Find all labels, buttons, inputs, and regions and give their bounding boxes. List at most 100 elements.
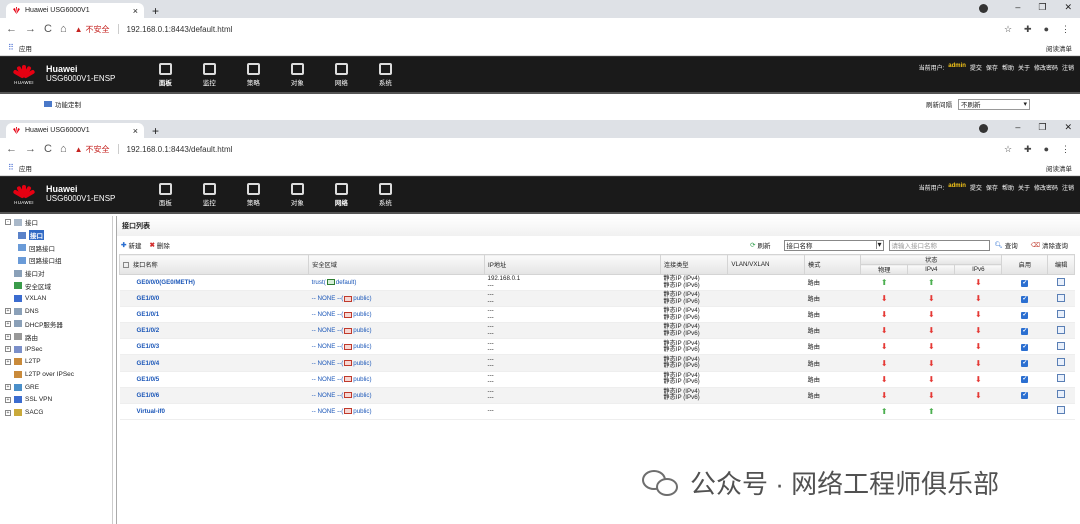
apps-link[interactable]: 应用 bbox=[19, 43, 32, 53]
enable-checkbox[interactable]: ✓ bbox=[1021, 311, 1029, 319]
table-row[interactable]: GE1/0/0 -- NONE --(public) --- --- 静态IP (IPv… bbox=[119, 290, 1075, 308]
table-row[interactable]: GE1/0/1 -- NONE --(public) --- --- 静态IP (IPv… bbox=[119, 306, 1075, 324]
edit-icon[interactable] bbox=[1057, 358, 1066, 367]
extensions-puzzle-icon[interactable]: ✚ bbox=[1024, 24, 1032, 35]
menu-object[interactable]: 对象 bbox=[275, 62, 319, 87]
close-tab-icon[interactable]: × bbox=[133, 6, 138, 16]
forward-arrow-icon[interactable]: → bbox=[25, 23, 36, 35]
apps-grid-icon[interactable]: ⠿ bbox=[8, 43, 14, 52]
edit-icon[interactable] bbox=[1057, 293, 1066, 302]
restore-button[interactable]: ❐ bbox=[1038, 122, 1046, 133]
query-button[interactable]: 🔍︎ 查询 bbox=[995, 240, 1018, 250]
sidebar-item[interactable]: L2TP over IPSec bbox=[0, 368, 112, 381]
edit-icon[interactable] bbox=[1057, 277, 1066, 286]
sidebar-item[interactable]: 接口对 bbox=[0, 267, 112, 280]
security-zone-cell[interactable]: -- NONE --(public) bbox=[308, 322, 485, 340]
profile-icon[interactable]: ● bbox=[1044, 24, 1049, 35]
menu-dashboard[interactable]: 面板 bbox=[143, 62, 187, 87]
save-link[interactable]: 保存 bbox=[986, 183, 998, 192]
reload-icon[interactable]: C bbox=[44, 143, 52, 155]
forward-arrow-icon[interactable]: → bbox=[25, 143, 36, 155]
table-row[interactable]: GE0/0/0(GE0/METH) trust(default) 192.168.0… bbox=[119, 274, 1075, 292]
enable-checkbox[interactable]: ✓ bbox=[1021, 327, 1029, 335]
filter-field-select[interactable]: 接口名称 bbox=[783, 239, 884, 251]
menu-monitor[interactable]: 监控 bbox=[187, 62, 231, 87]
sidebar-item[interactable]: + GRE bbox=[0, 381, 112, 394]
expand-icon[interactable]: + bbox=[5, 320, 11, 327]
interface-name-link[interactable]: GE1/0/2 bbox=[119, 322, 309, 340]
table-row[interactable]: GE1/0/3 -- NONE --(public) --- --- 静态IP (IPv… bbox=[119, 338, 1075, 356]
minimize-button[interactable]: – bbox=[1015, 122, 1020, 133]
menu-system[interactable]: 系统 bbox=[363, 62, 407, 87]
edit-icon[interactable] bbox=[1057, 374, 1066, 383]
col-ip[interactable]: IP地址 bbox=[484, 254, 661, 275]
new-tab-button[interactable]: + bbox=[152, 124, 159, 138]
security-zone-cell[interactable]: -- NONE --(public) bbox=[308, 387, 485, 404]
menu-network[interactable]: 网络 bbox=[319, 182, 363, 207]
more-menu-icon[interactable]: ⋮ bbox=[1061, 144, 1070, 155]
submit-link[interactable]: 提交 bbox=[970, 63, 982, 72]
menu-monitor[interactable]: 监控 bbox=[187, 182, 231, 207]
interface-name-link[interactable]: GE1/0/0 bbox=[119, 290, 309, 308]
extensions-puzzle-icon[interactable]: ✚ bbox=[1024, 144, 1032, 155]
table-row[interactable]: Virtual-if0 -- NONE --(public) --- ⬆ ⬆ bbox=[119, 403, 1075, 420]
sidebar-item[interactable]: + IPSec bbox=[0, 343, 112, 356]
edit-icon[interactable] bbox=[1057, 341, 1066, 350]
expand-icon[interactable]: + bbox=[5, 384, 11, 391]
menu-dashboard[interactable]: 面板 bbox=[143, 182, 187, 207]
interface-name-link[interactable]: GE1/0/1 bbox=[119, 306, 309, 324]
url-field[interactable]: 192.168.0.1:8443/default.html bbox=[127, 145, 233, 154]
reading-list[interactable]: 阅读清单 bbox=[1046, 43, 1072, 53]
help-link[interactable]: 帮助 bbox=[1002, 63, 1014, 72]
reload-icon[interactable]: C bbox=[44, 23, 52, 35]
submit-link[interactable]: 提交 bbox=[970, 183, 982, 192]
expand-icon[interactable]: + bbox=[5, 333, 11, 340]
edit-icon[interactable] bbox=[1057, 309, 1066, 318]
col-mode[interactable]: 模式 bbox=[804, 254, 862, 275]
security-zone-cell[interactable]: -- NONE --(public) bbox=[308, 338, 485, 356]
close-window-button[interactable]: ✕ bbox=[1064, 122, 1072, 133]
interface-name-link[interactable]: GE0/0/0(GE0/METH) bbox=[119, 274, 309, 292]
menu-policy[interactable]: 策略 bbox=[231, 62, 275, 87]
select-all-checkbox[interactable] bbox=[123, 262, 129, 269]
expand-icon[interactable]: + bbox=[5, 358, 11, 365]
restore-button[interactable]: ❐ bbox=[1038, 2, 1046, 13]
interface-name-link[interactable]: GE1/0/4 bbox=[119, 354, 309, 372]
account-circle-icon[interactable] bbox=[979, 4, 989, 13]
interface-name-link[interactable]: GE1/0/5 bbox=[119, 371, 309, 388]
star-bookmark-icon[interactable]: ☆ bbox=[1004, 24, 1012, 35]
sidebar-item[interactable]: + SACG bbox=[0, 406, 112, 419]
profile-icon[interactable]: ● bbox=[1044, 144, 1049, 155]
delete-button[interactable]: ✖ 删除 bbox=[149, 240, 169, 250]
apps-grid-icon[interactable]: ⠿ bbox=[8, 163, 14, 172]
enable-checkbox[interactable]: ✓ bbox=[1021, 343, 1029, 351]
sidebar-item[interactable]: - 接口 bbox=[0, 216, 112, 229]
menu-policy[interactable]: 策略 bbox=[231, 182, 275, 207]
sidebar-item[interactable]: 接口 bbox=[0, 229, 112, 242]
sidebar-item[interactable]: + 路由 bbox=[0, 330, 112, 343]
help-link[interactable]: 帮助 bbox=[1002, 183, 1014, 192]
security-zone-cell[interactable]: -- NONE --(public) bbox=[308, 354, 485, 372]
browser-tab[interactable]: Huawei USG6000V1 × bbox=[6, 123, 144, 138]
expand-icon[interactable]: + bbox=[5, 396, 11, 403]
expand-icon[interactable]: + bbox=[5, 346, 11, 353]
col-conn[interactable]: 连接类型 bbox=[659, 254, 729, 275]
expand-icon[interactable]: + bbox=[5, 308, 11, 315]
col-name[interactable]: 接口名称 bbox=[118, 254, 310, 275]
about-link[interactable]: 关于 bbox=[1018, 63, 1030, 72]
sidebar-item[interactable]: + DNS bbox=[0, 305, 112, 318]
col-zone[interactable]: 安全区域 bbox=[308, 254, 486, 275]
interface-name-link[interactable]: Virtual-if0 bbox=[119, 403, 309, 420]
back-arrow-icon[interactable]: ← bbox=[6, 143, 17, 155]
sidebar-item[interactable]: + L2TP bbox=[0, 356, 112, 369]
table-row[interactable]: GE1/0/2 -- NONE --(public) --- --- 静态IP (IPv… bbox=[119, 322, 1075, 340]
table-row[interactable]: GE1/0/4 -- NONE --(public) --- --- 静态IP (IPv… bbox=[119, 354, 1075, 372]
sidebar-item[interactable]: 回路接口 bbox=[0, 241, 112, 254]
refresh-interval-select[interactable]: 不刷新 bbox=[958, 98, 1030, 110]
security-warning[interactable]: ▲ 不安全 bbox=[75, 24, 110, 35]
sidebar-item[interactable]: VXLAN bbox=[0, 292, 112, 305]
enable-checkbox[interactable]: ✓ bbox=[1021, 392, 1029, 400]
col-vlan[interactable]: VLAN/VXLAN bbox=[727, 254, 806, 275]
browser-tab[interactable]: Huawei USG6000V1 × bbox=[6, 3, 144, 18]
table-row[interactable]: GE1/0/5 -- NONE --(public) --- --- 静态IP (IPv… bbox=[119, 371, 1075, 388]
